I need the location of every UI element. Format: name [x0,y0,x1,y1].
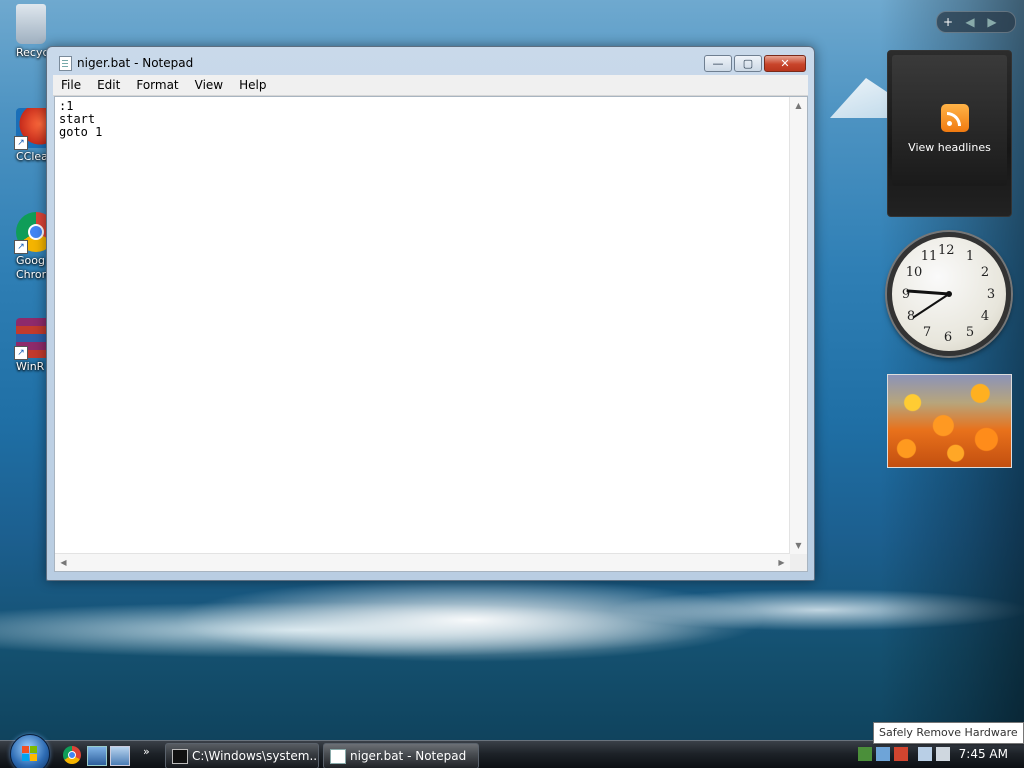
taskbar-item-label: C:\Windows\system... [192,749,319,763]
slideshow-gadget-photo[interactable] [887,374,1012,468]
menu-format[interactable]: Format [128,75,186,95]
vertical-scrollbar[interactable]: ▲ ▼ [789,97,807,554]
taskbar-item-label: niger.bat - Notepad [350,749,467,763]
quicklaunch-show-desktop-icon[interactable] [87,746,107,766]
start-button[interactable] [10,734,50,768]
window-controls: — ▢ ✕ [702,55,806,72]
minimize-icon: — [712,57,724,70]
clock-hands [906,289,952,318]
volume-muted-icon[interactable] [936,747,950,761]
maximize-icon: ▢ [742,57,754,70]
minimize-button[interactable]: — [704,55,732,72]
menu-bar: File Edit Format View Help [53,75,808,96]
taskbar-clock[interactable]: 7:45 AM [959,747,1008,761]
shortcut-arrow-icon: ↗ [14,346,28,360]
quicklaunch-switch-windows-icon[interactable] [110,746,130,766]
taskbar-item-notepad[interactable]: niger.bat - Notepad [323,743,479,768]
scroll-down-arrow-icon[interactable]: ▼ [790,537,807,554]
maximize-button[interactable]: ▢ [734,55,762,72]
menu-view[interactable]: View [187,75,231,95]
safely-remove-hardware-icon[interactable] [876,747,890,761]
shortcut-arrow-icon: ↗ [14,136,28,150]
clock-hour-hand [906,289,951,296]
notepad-icon [330,749,346,764]
resize-grip[interactable] [790,554,807,571]
windows-orb-icon [22,746,38,762]
menu-edit[interactable]: Edit [89,75,128,95]
previous-gadget-page-button[interactable]: ◀ [959,15,981,29]
notepad-icon [59,56,72,71]
tooltip: Safely Remove Hardware [873,722,1024,744]
taskbar: » C:\Windows\system... niger.bat - Notep… [0,734,1024,768]
clock-center [946,291,952,297]
tray-security-icon[interactable] [858,747,872,761]
rss-feed-icon [941,104,969,132]
shortcut-arrow-icon: ↗ [14,240,28,254]
scroll-up-arrow-icon[interactable]: ▲ [790,97,807,114]
menu-file[interactable]: File [53,75,89,95]
feed-headlines-gadget[interactable]: View headlines [887,50,1012,217]
system-tray: 7:45 AM [854,741,1024,768]
tray-app-icon[interactable] [894,747,908,761]
editor-area[interactable]: :1 start goto 1 ▲ ▼ ◀ ▶ [54,96,808,572]
scroll-left-arrow-icon[interactable]: ◀ [55,554,72,571]
quicklaunch-more-button[interactable]: » [143,745,150,758]
network-icon[interactable] [918,747,932,761]
add-gadget-button[interactable]: + [937,15,959,29]
horizontal-scrollbar[interactable]: ◀ ▶ [55,553,790,571]
close-icon: ✕ [780,57,790,70]
window-title: niger.bat - Notepad [77,56,194,70]
menu-help[interactable]: Help [231,75,274,95]
notepad-window[interactable]: niger.bat - Notepad — ▢ ✕ File Edit Form… [46,46,815,581]
view-headlines-link[interactable]: View headlines [892,141,1007,154]
next-gadget-page-button[interactable]: ▶ [981,15,1003,29]
recycle-bin-icon [16,4,46,44]
gadget-toolbar: + ◀ ▶ [936,11,1016,33]
taskbar-item-command-prompt[interactable]: C:\Windows\system... [165,743,319,768]
clock-minute-hand [913,293,950,318]
quicklaunch-chrome-icon[interactable] [63,746,81,764]
close-button[interactable]: ✕ [764,55,806,72]
title-bar[interactable]: niger.bat - Notepad — ▢ ✕ [47,47,814,77]
command-prompt-icon [172,749,188,764]
scroll-right-arrow-icon[interactable]: ▶ [773,554,790,571]
clock-gadget[interactable]: 12 1 2 3 4 5 6 7 8 9 10 11 [887,232,1011,356]
text-content[interactable]: :1 start goto 1 [57,98,789,553]
feed-panel: View headlines [892,55,1007,186]
